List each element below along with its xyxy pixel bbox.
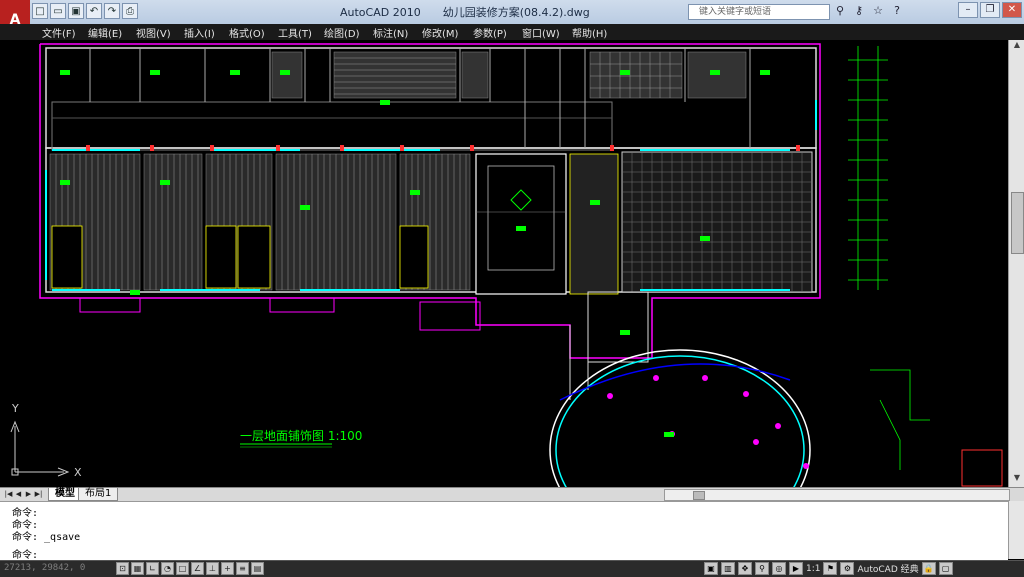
south-entrances [79,297,481,331]
redo-icon[interactable]: ↷ [104,3,120,19]
menu-view[interactable]: 视图(V) [136,25,171,40]
dyn-icon[interactable]: + [221,562,234,575]
window-controls: – ❐ ✕ [958,2,1022,18]
menu-dimension[interactable]: 标注(N) [373,25,408,40]
ucs-x-label: X [74,466,82,479]
lock-icon[interactable]: 🔒 [921,562,936,575]
app-name: AutoCAD 2010 [340,6,421,19]
osnap-icon[interactable]: □ [176,562,189,575]
model-space-icon[interactable]: ▣ [704,562,718,575]
save-icon[interactable]: ▣ [68,3,84,19]
menu-insert[interactable]: 插入(I) [184,25,215,40]
infocenter-tools: ⚲ ⚷ ☆ ? [832,3,905,19]
menu-bar: 文件(F) 编辑(E) 视图(V) 插入(I) 格式(O) 工具(T) 绘图(D… [0,24,1024,59]
ucs-icon [10,420,70,477]
key-icon[interactable]: ⚷ [851,3,867,19]
menu-edit[interactable]: 编辑(E) [88,25,122,40]
scroll-down-icon[interactable]: ▼ [1009,473,1024,487]
circular-building [549,349,811,487]
menu-draw[interactable]: 绘图(D) [324,25,360,40]
ortho-icon[interactable]: ∟ [146,562,159,575]
red-corner-structure [961,449,1003,487]
plot-icon[interactable]: ⎙ [122,3,138,19]
circular-building-lights [607,375,809,469]
workspace-switch-icon[interactable]: ⚙ [840,562,855,575]
minimize-button[interactable]: – [958,2,978,18]
close-button[interactable]: ✕ [1002,2,1022,18]
undo-icon[interactable]: ↶ [86,3,102,19]
floor-plan-drawing: 一层地面铺饰图 1:100 Y X [10,43,1003,487]
menu-file[interactable]: 文件(F) [42,25,76,40]
ducs-icon[interactable]: ⊥ [206,562,219,575]
snap-icon[interactable]: ⊡ [116,562,129,575]
horizontal-scrollbar[interactable] [664,489,1010,501]
command-prompt[interactable]: 命令: [12,546,38,561]
annotation-scale[interactable]: 1:1 [806,564,820,574]
grid-icon[interactable]: ▦ [131,562,144,575]
command-line-scrollbar[interactable] [1008,501,1024,559]
showmotion-icon[interactable]: ▶ [789,562,803,575]
command-history-line: 命令: _qsave [12,532,81,543]
infocenter-search-input[interactable]: 键入关键字或短语 [688,4,830,20]
next-tab-icon[interactable]: ▶ [24,489,33,499]
dimension-column [848,46,888,290]
pan-icon[interactable]: ✥ [738,562,752,575]
layout-tab-bar: |◀ ◀ ▶ ▶| 模型 布局1 [0,487,1024,501]
central-lobby [475,153,567,295]
window-title: AutoCAD 2010 幼儿园装修方案(08.4.2).dwg [340,4,612,20]
vertical-scrollbar[interactable]: ▲ ▼ [1008,40,1024,487]
open-icon[interactable]: ▭ [50,3,66,19]
annotation-visibility-icon[interactable]: ⚑ [823,562,838,575]
new-icon[interactable]: □ [32,3,48,19]
drawing-area[interactable]: 一层地面铺饰图 1:100 Y X [0,40,1008,487]
help-icon[interactable]: ? [889,3,905,19]
hatched-rooms-north [271,51,747,99]
lineweight-icon[interactable]: ≡ [236,562,249,575]
vertical-scroll-thumb[interactable] [1011,192,1024,254]
tab-model[interactable]: 模型 [48,488,82,501]
first-tab-icon[interactable]: |◀ [4,489,13,499]
steeringwheel-icon[interactable]: ◎ [772,562,786,575]
quick-view-layouts-icon[interactable]: ▥ [721,562,735,575]
horizontal-scroll-thumb[interactable] [693,491,705,500]
drawing-title: 一层地面铺饰图 1:100 [240,429,362,443]
quick-properties-icon[interactable]: ▤ [251,562,264,575]
menu-help[interactable]: 帮助(H) [572,25,607,40]
menu-parametric[interactable]: 参数(P) [473,25,507,40]
command-line[interactable]: 命令: 命令: 命令: _qsave 命令: [0,501,1008,561]
drafting-toggles: ⊡ ▦ ∟ ◔ □ ∠ ⊥ + ≡ ▤ [116,562,264,575]
corridor [51,101,613,151]
file-name: 幼儿园装修方案(08.4.2).dwg [442,6,590,19]
status-bar: 27213, 29842, 0 ⊡ ▦ ∟ ◔ □ ∠ ⊥ + ≡ ▤ ▣ ▥ … [0,560,1024,577]
zoom-icon[interactable]: ⚲ [755,562,769,575]
ucs-y-label: Y [11,402,19,415]
menu-tools[interactable]: 工具(T) [278,25,312,40]
right-edge-structures [870,369,930,470]
clean-screen-icon[interactable]: ▢ [938,562,953,575]
scroll-up-icon[interactable]: ▲ [1009,40,1024,54]
last-tab-icon[interactable]: ▶| [34,489,43,499]
binoculars-icon[interactable]: ⚲ [832,3,848,19]
restore-button[interactable]: ❐ [980,2,1000,18]
quick-access-toolbar: □ ▭ ▣ ↶ ↷ ⎙ [32,3,138,19]
title-bar: A □ ▭ ▣ ↶ ↷ ⎙ AutoCAD 2010 幼儿园装修方案(08.4.2… [0,0,1024,40]
otrack-icon[interactable]: ∠ [191,562,204,575]
side-rooms [569,153,619,295]
menu-window[interactable]: 窗口(W) [522,25,560,40]
star-icon[interactable]: ☆ [870,3,886,19]
status-tray: ▣ ▥ ✥ ⚲ ◎ ▶ 1:1 ⚑ ⚙ AutoCAD 经典 🔒 ▢ [704,562,953,575]
menu-modify[interactable]: 修改(M) [422,25,458,40]
tab-navigation: |◀ ◀ ▶ ▶| [4,489,43,499]
polar-icon[interactable]: ◔ [161,562,174,575]
menu-format[interactable]: 格式(O) [229,25,265,40]
workspace-selector[interactable]: AutoCAD 经典 [857,562,918,575]
prev-tab-icon[interactable]: ◀ [14,489,23,499]
tab-layout1[interactable]: 布局1 [78,488,119,501]
cursor-coordinates: 27213, 29842, 0 [4,563,86,573]
